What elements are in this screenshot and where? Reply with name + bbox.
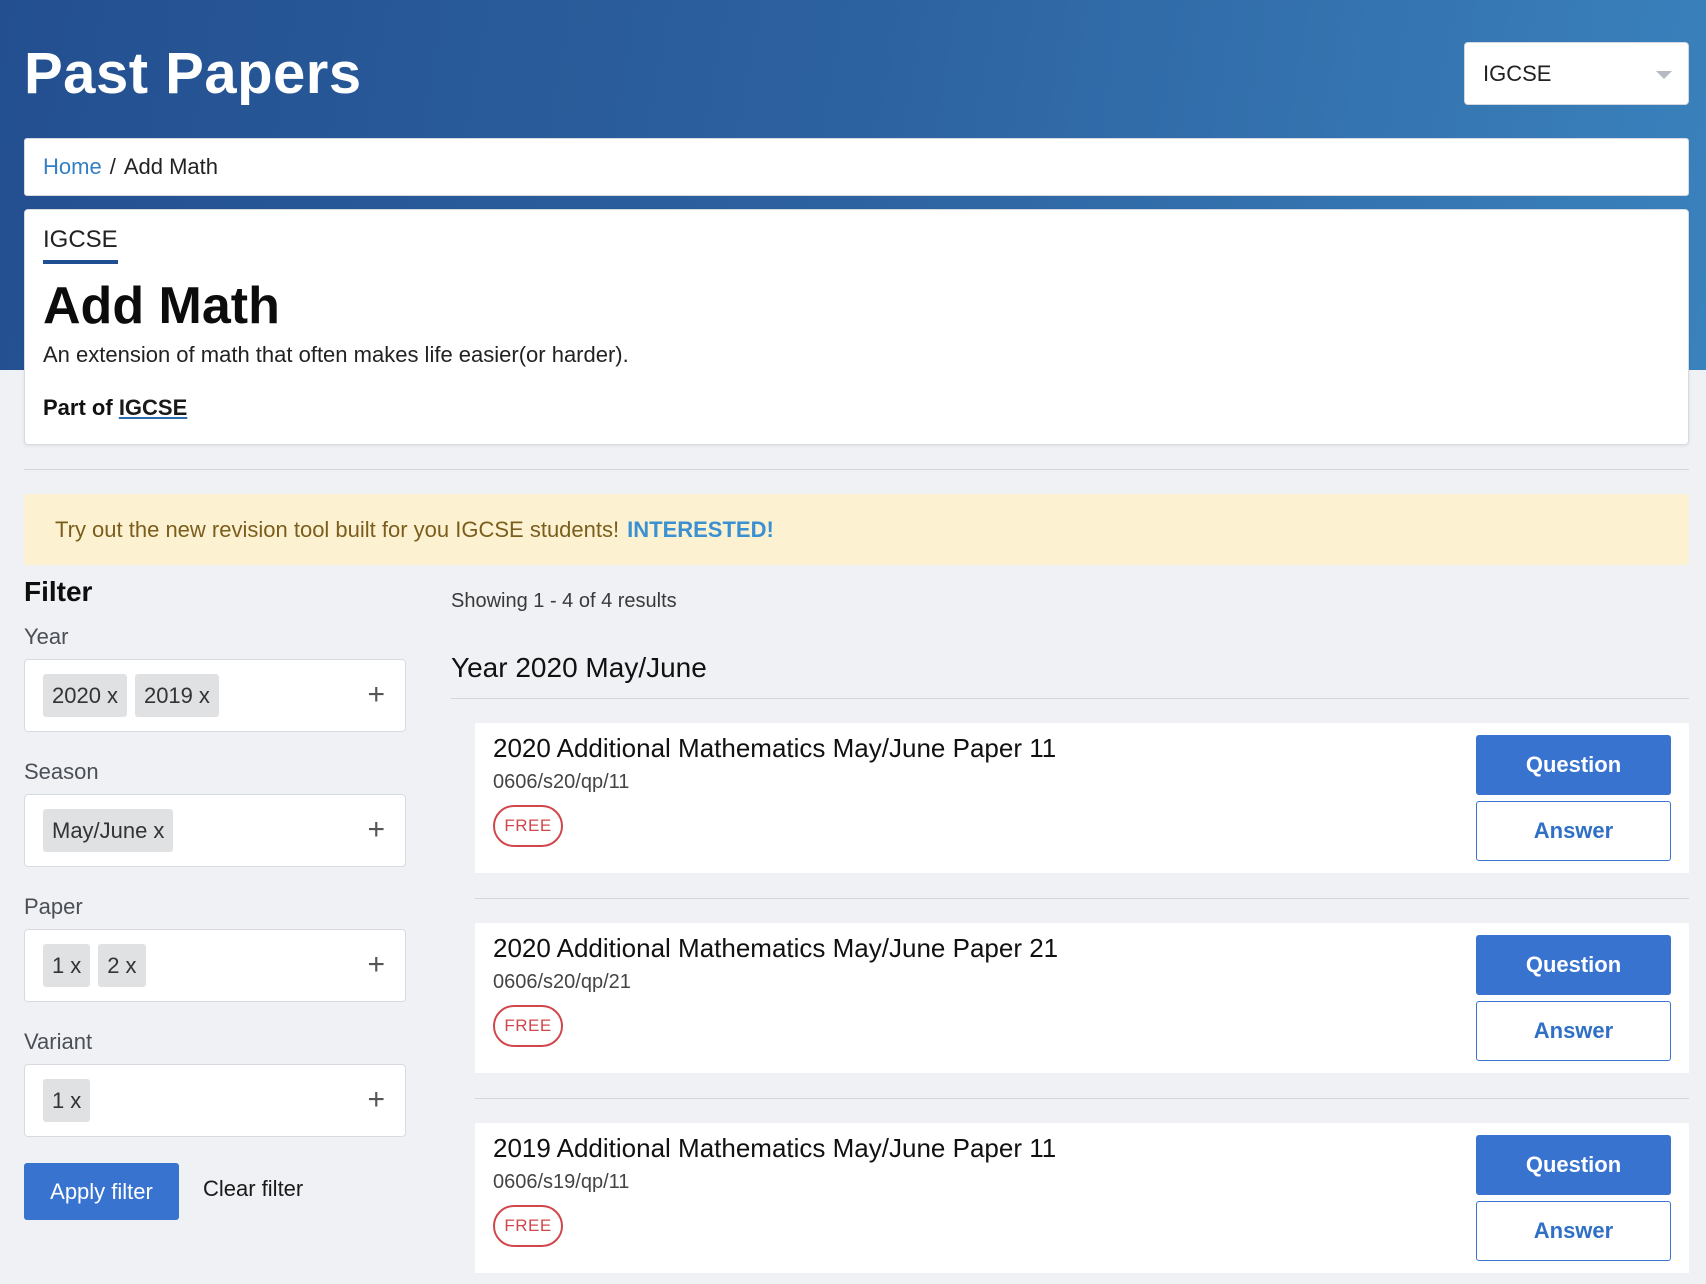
chip-remove-icon[interactable]: x [199, 683, 210, 709]
question-button[interactable]: Question [1476, 735, 1671, 795]
paper-code: 0606/s20/qp/11 [493, 771, 630, 793]
paper-title: 2019 Additional Mathematics May/June Pap… [493, 1133, 1057, 1163]
apply-filter-button[interactable]: Apply filter [24, 1163, 179, 1220]
chip-remove-icon[interactable]: x [70, 1088, 81, 1114]
free-badge: FREE [493, 1005, 563, 1047]
chip-label: 1 [52, 1087, 65, 1113]
add-variant-icon[interactable]: + [367, 1085, 385, 1115]
paper-code: 0606/s20/qp/21 [493, 971, 631, 993]
filter-chip-paper-2[interactable]: 2x [98, 944, 146, 987]
filter-label-paper: Paper [24, 894, 83, 919]
group-divider [451, 698, 1689, 699]
subject-title: Add Math [43, 277, 280, 335]
section-divider [24, 469, 1689, 470]
subject-card: IGCSE Add Math An extension of math that… [24, 209, 1689, 445]
filter-chip-year-2020[interactable]: 2020 x [43, 674, 127, 717]
filter-chip-variant-1[interactable]: 1x [43, 1079, 91, 1122]
card-divider [475, 1098, 1689, 1099]
filter-heading: Filter [24, 576, 93, 607]
promo-banner: Try out the new revision tool built for … [24, 494, 1689, 565]
add-year-icon[interactable]: + [367, 680, 385, 710]
question-button[interactable]: Question [1476, 935, 1671, 995]
results-group-title: Year 2020 May/June [451, 652, 707, 683]
subject-part-of: Part of IGCSE [43, 395, 187, 421]
chip-label: May/June [52, 817, 148, 843]
chip-label: 2020 [52, 682, 101, 708]
add-paper-icon[interactable]: + [367, 950, 385, 980]
subject-description: An extension of math that often makes li… [43, 342, 629, 367]
answer-button[interactable]: Answer [1476, 801, 1671, 861]
part-of-prefix: Part of [43, 395, 113, 420]
paper-card: 2020 Additional Mathematics May/June Pap… [475, 923, 1689, 1073]
card-divider [475, 898, 1689, 899]
paper-title: 2020 Additional Mathematics May/June Pap… [493, 733, 1057, 763]
paper-title: 2020 Additional Mathematics May/June Pap… [493, 933, 1059, 963]
subject-level-tag: IGCSE [43, 226, 118, 264]
clear-filter-button[interactable]: Clear filter [203, 1176, 303, 1202]
breadcrumb-separator: / [109, 154, 116, 179]
paper-code: 0606/s19/qp/11 [493, 1171, 630, 1193]
site-title: Past Papers [24, 41, 362, 106]
promo-banner-text: Try out the new revision tool built for … [55, 516, 620, 542]
filter-chip-year-2019[interactable]: 2019 x [134, 674, 219, 717]
free-badge: FREE [493, 1205, 563, 1247]
chevron-down-icon [1656, 71, 1672, 79]
level-select-value: IGCSE [1483, 60, 1552, 86]
filter-chip-season-may-june[interactable]: May/June x [43, 809, 174, 852]
breadcrumb-current: Add Math [123, 154, 218, 179]
chip-remove-icon[interactable]: x [126, 953, 137, 979]
filter-paper-box[interactable]: 1x 2x + [24, 929, 406, 1002]
chip-remove-icon[interactable]: x [70, 953, 81, 979]
question-button[interactable]: Question [1476, 1135, 1671, 1195]
results-summary: Showing 1 - 4 of 4 results [451, 590, 677, 612]
filter-label-season: Season [24, 759, 99, 784]
chip-label: 2 [107, 952, 120, 978]
chip-remove-icon[interactable]: x [107, 683, 118, 709]
add-season-icon[interactable]: + [367, 815, 385, 845]
filter-season-box[interactable]: May/June x + [24, 794, 406, 867]
free-badge: FREE [493, 805, 563, 847]
filter-year-box[interactable]: 2020 x 2019 x + [24, 659, 406, 732]
chip-remove-icon[interactable]: x [153, 818, 164, 844]
chip-label: 1 [52, 952, 65, 978]
chip-label: 2019 [143, 682, 193, 708]
level-select[interactable]: IGCSE [1464, 42, 1689, 105]
breadcrumb-home-link[interactable]: Home [43, 154, 102, 180]
filter-label-variant: Variant [24, 1029, 93, 1054]
filter-label-year: Year [24, 624, 69, 649]
breadcrumb: Home / Add Math [24, 138, 1689, 196]
part-of-link[interactable]: IGCSE [119, 395, 187, 420]
paper-card: 2019 Additional Mathematics May/June Pap… [475, 1123, 1689, 1273]
answer-button[interactable]: Answer [1476, 1001, 1671, 1061]
filter-variant-box[interactable]: 1x + [24, 1064, 406, 1137]
promo-banner-link[interactable]: INTERESTED! [627, 517, 774, 543]
answer-button[interactable]: Answer [1476, 1201, 1671, 1261]
filter-chip-paper-1[interactable]: 1x [43, 944, 91, 987]
paper-card: 2020 Additional Mathematics May/June Pap… [475, 723, 1689, 873]
